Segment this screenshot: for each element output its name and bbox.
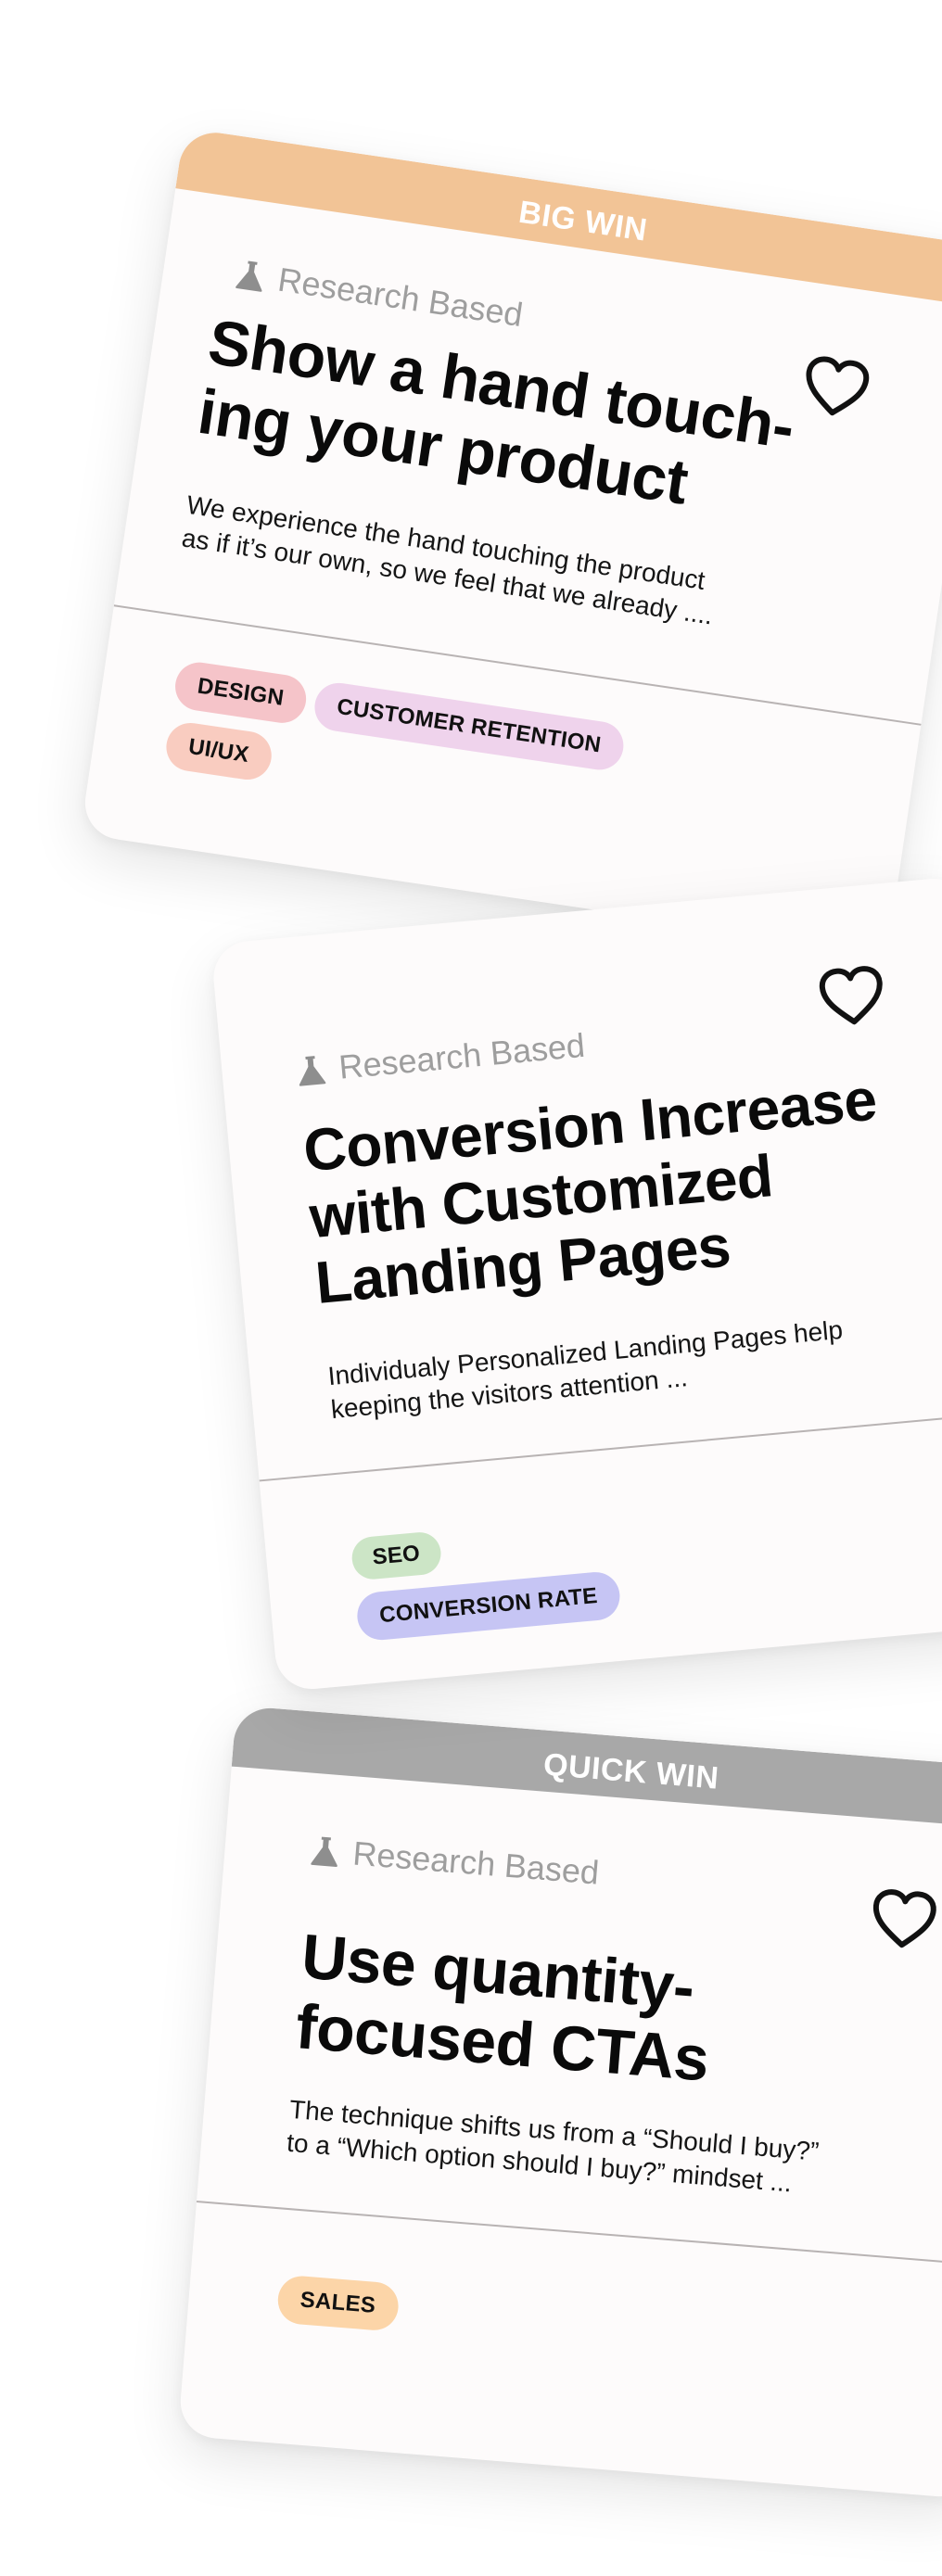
tag-label: SALES: [299, 2287, 377, 2318]
research-badge: Research Based: [295, 1026, 587, 1091]
tag-sales[interactable]: SALES: [275, 2274, 401, 2332]
tag-seo[interactable]: SEO: [350, 1530, 443, 1581]
tag-customer-retention[interactable]: CUSTOMER RETENTION: [311, 679, 627, 773]
card-description: The technique shifts us from a “Should I…: [286, 2093, 942, 2213]
banner-label: QUICK WIN: [541, 1746, 720, 1796]
flask-icon: [236, 260, 262, 292]
card-landing-pages[interactable]: Research Based Conversion Increase with …: [210, 875, 942, 1693]
favorite-heart-icon[interactable]: [816, 963, 888, 1030]
card-title: Conversion Increase with Customized Land…: [300, 1058, 942, 1317]
flask-icon: [299, 1056, 326, 1086]
tag-label: DESIGN: [196, 673, 286, 711]
favorite-heart-icon[interactable]: [868, 1886, 939, 1953]
favorite-heart-icon[interactable]: [798, 353, 873, 424]
research-label: Research Based: [351, 1834, 601, 1892]
tag-label: UI/UX: [186, 733, 251, 768]
banner-label: BIG WIN: [516, 194, 650, 248]
research-label: Research Based: [337, 1025, 587, 1086]
quick-win-banner: QUICK WIN: [231, 1705, 942, 1831]
card-quantity-ctas[interactable]: QUICK WIN Research Based Use quantity- f…: [177, 1705, 942, 2500]
research-badge: Research Based: [309, 1831, 601, 1893]
tag-design[interactable]: DESIGN: [172, 659, 310, 727]
tag-label: CONVERSION RATE: [378, 1582, 599, 1629]
card-description: Individualy Personalized Landing Pages h…: [326, 1301, 942, 1426]
flask-icon: [311, 1836, 337, 1867]
tag-ui-ux[interactable]: UI/UX: [162, 719, 274, 783]
tag-label: CUSTOMER RETENTION: [335, 693, 604, 758]
card-title: Use quantity- focused CTAs: [293, 1921, 859, 2106]
tag-conversion-rate[interactable]: CONVERSION RATE: [355, 1569, 622, 1643]
card-hand-touching[interactable]: BIG WIN Research Based Show a hand touch…: [80, 127, 942, 954]
card-divider: [196, 2201, 942, 2267]
tag-label: SEO: [371, 1541, 422, 1570]
